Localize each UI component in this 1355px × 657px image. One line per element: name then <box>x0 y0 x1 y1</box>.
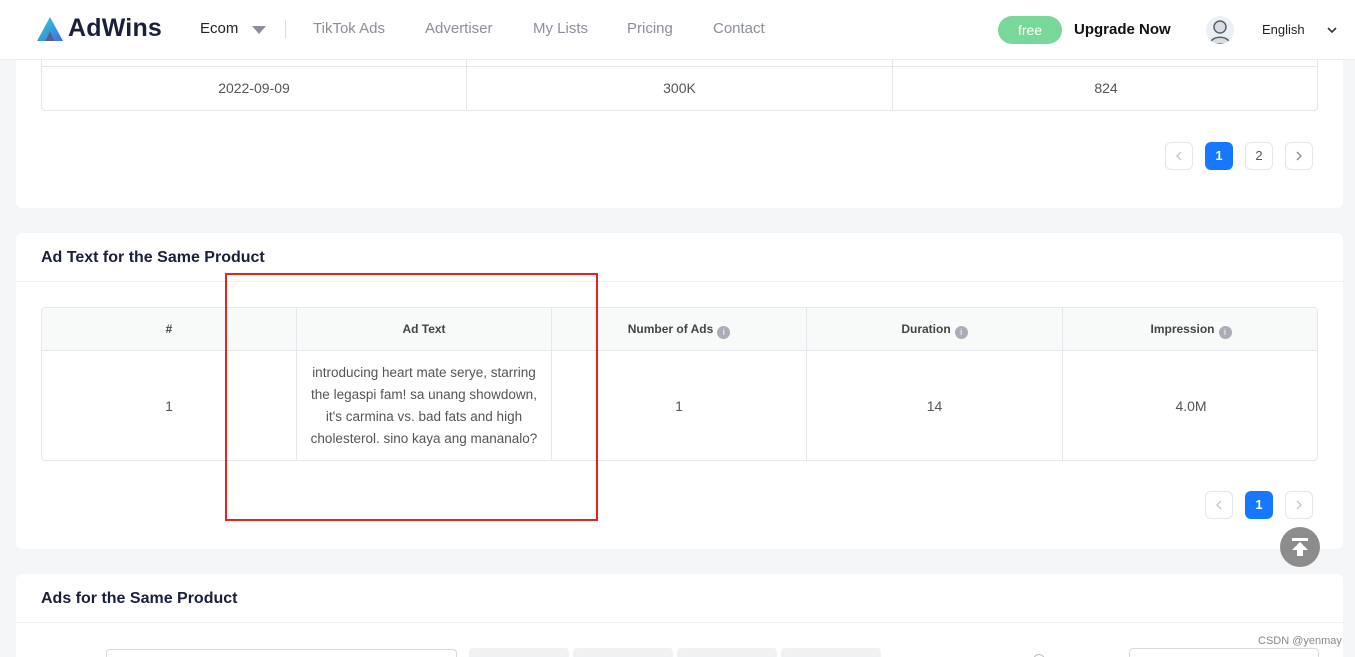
filter-input[interactable] <box>106 649 457 657</box>
pagination-next-button[interactable] <box>1285 142 1313 170</box>
info-icon[interactable]: i <box>954 326 968 339</box>
nav-contact[interactable]: Contact <box>713 20 765 37</box>
filter-tab[interactable] <box>781 648 881 657</box>
table-cell-index: 1 <box>165 398 173 414</box>
back-to-top-button[interactable] <box>1280 527 1320 567</box>
arrow-up-to-top-icon <box>1292 538 1308 556</box>
pagination-page-1[interactable]: 1 <box>1245 491 1273 519</box>
ad-text-section-title: Ad Text for the Same Product <box>41 249 265 266</box>
column-header-index: # <box>42 308 296 351</box>
nav-advertiser[interactable]: Advertiser <box>425 20 493 37</box>
column-header-ad-text: Ad Text <box>297 308 551 351</box>
filter-tab[interactable] <box>469 648 569 657</box>
ad-text-section-card: Ad Text for the Same Product # Ad Text N… <box>16 233 1343 549</box>
pagination-page-2[interactable]: 2 <box>1245 142 1273 170</box>
nav-my-lists[interactable]: My Lists <box>533 20 588 37</box>
chevron-right-icon <box>1296 151 1302 161</box>
table-cell-number-of-ads: 1 <box>675 398 683 414</box>
pagination-prev-button[interactable] <box>1165 142 1193 170</box>
column-header-label: Impression <box>1150 322 1215 336</box>
plan-free-badge: free <box>998 16 1062 44</box>
column-header-label: Ad Text <box>402 322 446 336</box>
logo[interactable]: AdWins <box>36 14 162 43</box>
nav-pricing[interactable]: Pricing <box>627 20 673 37</box>
nav-tiktok-ads[interactable]: TikTok Ads <box>313 20 385 37</box>
column-header-impression: Impression i <box>1063 308 1317 351</box>
table-cell-date: 2022-09-09 <box>218 80 290 96</box>
chevron-left-icon <box>1176 151 1182 161</box>
pagination-prev-button[interactable] <box>1205 491 1233 519</box>
filter-tab[interactable] <box>573 648 673 657</box>
chevron-down-icon[interactable] <box>1326 24 1338 36</box>
top-nav-bar: AdWins Ecom TikTok Ads Advertiser My Lis… <box>0 0 1355 60</box>
table-cell-ad-text: introducing heart mate serye, starring t… <box>310 365 538 446</box>
table-cell-count: 824 <box>1094 80 1118 96</box>
chevron-left-icon <box>1216 500 1222 510</box>
column-header-duration: Duration i <box>807 308 1062 351</box>
ad-text-table: # Ad Text Number of Ads i Duration i Impre… <box>41 307 1318 461</box>
info-icon[interactable]: i <box>1218 326 1232 339</box>
filter-tab[interactable] <box>677 648 777 657</box>
nav-divider <box>285 20 286 38</box>
column-header-number-of-ads: Number of Ads i <box>552 308 806 351</box>
user-avatar-icon <box>1209 20 1231 44</box>
ads-section-card: Ads for the Same Product <box>16 574 1343 657</box>
table-cell-impressions: 300K <box>663 80 696 96</box>
sort-select[interactable] <box>1129 648 1319 657</box>
table-cell-duration: 14 <box>926 398 943 414</box>
table-cell-impression: 4.0M <box>1175 398 1207 414</box>
upgrade-now-link[interactable]: Upgrade Now <box>1074 21 1171 38</box>
logo-text: AdWins <box>68 14 163 42</box>
chevron-right-icon <box>1296 500 1302 510</box>
nav-ecom-label: Ecom <box>200 20 239 37</box>
caret-down-icon <box>252 25 267 34</box>
language-selector[interactable]: English <box>1262 22 1305 37</box>
previous-section-card: 2022-09-09 300K 824 1 2 <box>16 40 1343 208</box>
watermark-text: CSDN @yenmay <box>1258 635 1342 647</box>
section-divider <box>16 622 1343 623</box>
avatar[interactable] <box>1206 16 1234 44</box>
column-header-label: Duration <box>901 322 951 336</box>
pagination-page-1[interactable]: 1 <box>1205 142 1233 170</box>
adwins-logo-icon <box>37 16 63 41</box>
section-divider <box>16 281 1343 282</box>
info-icon[interactable]: i <box>717 326 731 339</box>
column-header-label: Number of Ads <box>627 322 714 336</box>
ads-section-title: Ads for the Same Product <box>41 590 238 607</box>
column-header-label: # <box>165 322 173 336</box>
pagination-next-button[interactable] <box>1285 491 1313 519</box>
nav-ecom-dropdown[interactable]: Ecom <box>200 20 267 37</box>
